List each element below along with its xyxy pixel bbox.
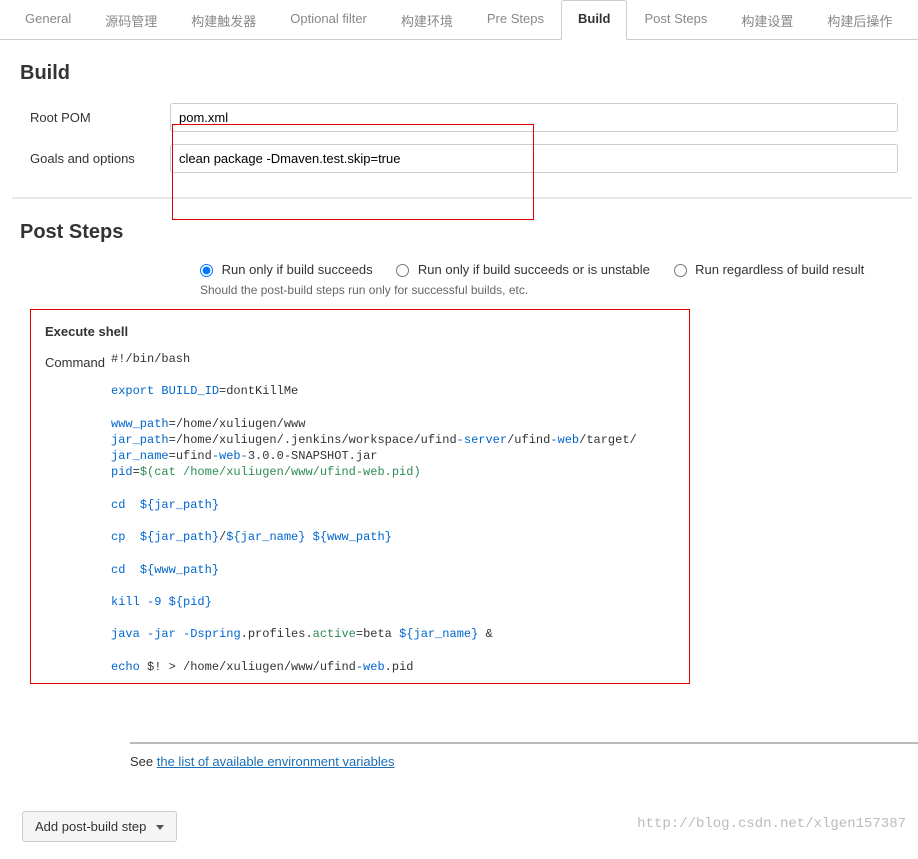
add-post-build-step-label: Add post-build step: [35, 819, 146, 834]
see-line: See the list of available environment va…: [130, 754, 898, 769]
root-pom-label: Root POM: [20, 110, 170, 125]
execute-shell-title: Execute shell: [31, 318, 689, 345]
tab-post-build[interactable]: 构建后操作: [810, 0, 909, 40]
tab-general[interactable]: General: [8, 0, 88, 40]
radio-regardless-label[interactable]: Run regardless of build result: [674, 262, 865, 277]
build-title: Build: [20, 62, 898, 85]
radio-succeeds-text: Run only if build succeeds: [222, 262, 373, 277]
post-steps-radio-row: Run only if build succeeds Run only if b…: [200, 262, 898, 277]
add-post-build-step-button[interactable]: Add post-build step: [22, 811, 177, 842]
env-vars-link[interactable]: the list of available environment variab…: [157, 754, 395, 769]
root-pom-input[interactable]: [170, 103, 898, 132]
radio-unstable[interactable]: [396, 264, 409, 277]
tab-optional-filter[interactable]: Optional filter: [273, 0, 384, 40]
tab-triggers[interactable]: 构建触发器: [174, 0, 273, 40]
radio-regardless-text: Run regardless of build result: [695, 262, 864, 277]
tab-pre-steps[interactable]: Pre Steps: [470, 0, 561, 40]
post-steps-help: Should the post-build steps run only for…: [200, 283, 898, 297]
radio-unstable-text: Run only if build succeeds or is unstabl…: [418, 262, 650, 277]
tab-bar: General 源码管理 构建触发器 Optional filter 构建环境 …: [0, 0, 918, 40]
tab-build[interactable]: Build: [561, 0, 628, 40]
tab-env[interactable]: 构建环境: [384, 0, 470, 40]
radio-regardless[interactable]: [674, 264, 687, 277]
goals-input[interactable]: [170, 144, 898, 173]
command-textarea[interactable]: #!/bin/bash export BUILD_ID=dontKillMe w…: [111, 351, 675, 675]
tab-build-settings[interactable]: 构建设置: [724, 0, 810, 40]
radio-unstable-label[interactable]: Run only if build succeeds or is unstabl…: [396, 262, 653, 277]
tab-scm[interactable]: 源码管理: [88, 0, 174, 40]
execute-shell-block: Execute shell Command #!/bin/bash export…: [30, 309, 690, 684]
chevron-down-icon: [156, 825, 164, 830]
see-text: See: [130, 754, 157, 769]
build-section: Build Root POM Goals and options: [0, 40, 918, 197]
textarea-bottom-border: [130, 684, 918, 744]
radio-succeeds[interactable]: [200, 264, 213, 277]
post-steps-title: Post Steps: [20, 221, 898, 244]
post-steps-section: Post Steps Run only if build succeeds Ru…: [0, 199, 918, 781]
goals-label: Goals and options: [20, 151, 170, 166]
goals-row: Goals and options: [20, 144, 898, 173]
root-pom-row: Root POM: [20, 103, 898, 132]
radio-succeeds-label[interactable]: Run only if build succeeds: [200, 262, 376, 277]
tab-post-steps[interactable]: Post Steps: [627, 0, 724, 40]
command-label: Command: [45, 351, 111, 675]
